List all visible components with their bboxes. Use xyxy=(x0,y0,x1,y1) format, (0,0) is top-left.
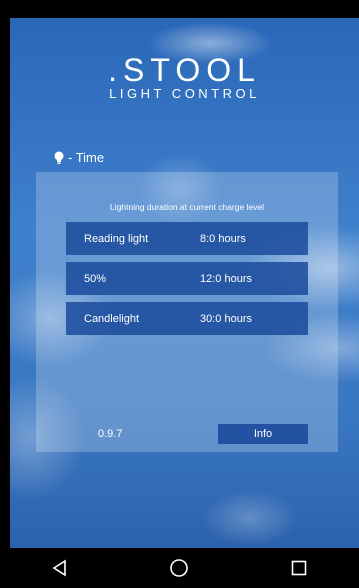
row-label: Reading light xyxy=(84,232,149,245)
row-value: 30:0 hours xyxy=(200,312,252,325)
home-circle-icon xyxy=(170,559,189,577)
app-screen: .STOOL LIGHT CONTROL - Time Lightning du… xyxy=(10,18,359,548)
version-label: 0.9.7 xyxy=(98,428,123,440)
duration-panel: Lightning duration at current charge lev… xyxy=(36,172,338,452)
row-value: 8:0 hours xyxy=(200,232,246,245)
nav-home-button[interactable] xyxy=(159,548,199,588)
lightbulb-icon xyxy=(54,151,64,165)
app-logo-subtitle: LIGHT CONTROL xyxy=(109,86,260,101)
row-value: 12:0 hours xyxy=(200,272,252,285)
nav-recents-button[interactable] xyxy=(279,548,319,588)
duration-row-candlelight: Candlelight 30:0 hours xyxy=(66,302,308,335)
row-label: Candlelight xyxy=(84,312,140,325)
section-heading: - Time xyxy=(54,150,104,165)
app-logo-title: .STOOL xyxy=(108,52,261,88)
status-bar xyxy=(0,0,359,18)
nav-back-button[interactable] xyxy=(40,548,80,588)
duration-row-reading-light: Reading light 8:0 hours xyxy=(66,222,308,255)
section-title: - Time xyxy=(68,150,105,165)
info-button[interactable]: Info xyxy=(218,424,308,444)
panel-caption: Lightning duration at current charge lev… xyxy=(109,202,265,212)
system-nav-bar xyxy=(0,548,359,588)
duration-row-50-percent: 50% 12:0 hours xyxy=(66,262,308,295)
recents-square-icon xyxy=(291,560,307,576)
row-label: 50% xyxy=(84,272,107,285)
back-triangle-icon xyxy=(52,559,66,577)
